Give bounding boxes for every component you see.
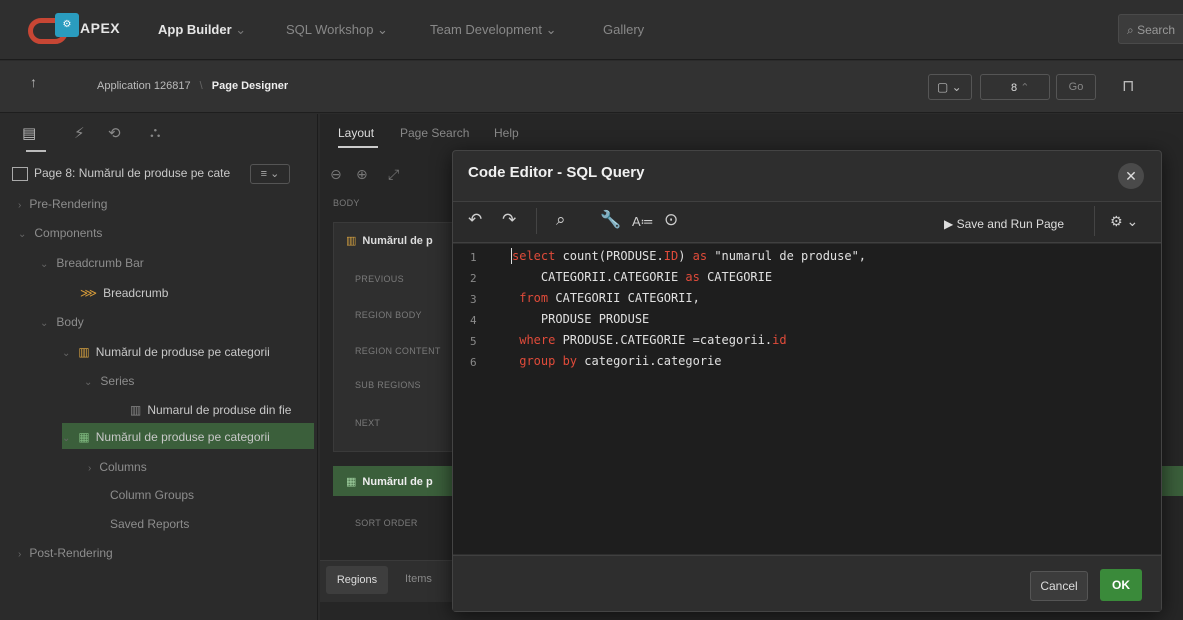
dynamic-actions-icon[interactable]: ⚡ [74,124,85,142]
tree-options-menu-button[interactable]: ≡ ⌄ [250,164,290,184]
chart-icon: ▥ [78,345,90,359]
tree-breadcrumb[interactable]: ⋙ Breadcrumb [80,286,168,300]
breadcrumb-application[interactable]: Application 126817 [97,80,191,92]
tree-body[interactable]: ⌄ Body [40,315,84,329]
tree-post-rendering[interactable]: › Post-Rendering [18,546,113,560]
line-number: 1 [470,251,477,264]
line-number: 2 [470,272,477,285]
report-icon: ▦ [346,476,357,488]
ok-button[interactable]: OK [1100,569,1142,601]
up-arrow-icon[interactable]: ↑ [30,74,37,90]
page-icon [12,166,28,181]
active-tab-indicator [26,150,46,152]
code-line-4: PRODUSE PRODUSE [512,312,650,326]
search-icon[interactable]: ⌕ [556,210,566,230]
code-line-6: group by categorii.categorie [519,354,722,368]
apex-brand-label[interactable]: APEX [80,20,120,36]
page-menu-button[interactable]: ▢ ⌄ [928,74,972,100]
slot-next: NEXT [355,418,381,428]
chart-icon: ▥ [346,235,357,247]
line-number: 3 [470,293,477,306]
slot-region-content: REGION CONTENT [355,346,441,356]
tab-help[interactable]: Help [494,126,519,140]
slot-sub-regions: SUB REGIONS [355,380,421,390]
layout-tab-indicator [338,146,378,148]
report-region-title: ▦ Numărul de p [346,476,433,488]
tree-pre-rendering[interactable]: › Pre-Rendering [18,197,107,211]
nav-gallery[interactable]: Gallery [603,22,644,37]
sort-order-label: SORT ORDER [355,518,418,528]
slot-region-body: REGION BODY [355,310,422,320]
breadcrumb: Application 126817 \ Page Designer [97,80,289,92]
go-button[interactable]: Go [1056,74,1096,100]
tree-breadcrumb-bar[interactable]: ⌄ Breadcrumb Bar [40,256,144,270]
page-number-stepper[interactable]: 8 ⌃ [980,74,1050,100]
toolbar-divider [1094,206,1095,236]
tab-regions[interactable]: Regions [326,566,388,594]
line-number: 6 [470,356,477,369]
tree-components[interactable]: ⌄ Components [18,226,102,240]
expand-icon[interactable]: ⤢ [388,166,399,183]
breadcrumb-region-icon: ⋙ [80,286,98,300]
tab-layout[interactable]: Layout [338,126,374,140]
zoom-in-icon[interactable]: ⊕ [356,166,368,183]
tab-page-search[interactable]: Page Search [400,126,469,140]
close-dialog-button[interactable]: ✕ [1118,163,1144,189]
line-number: 5 [470,335,477,348]
code-line-1: select count(PRODUSE.ID) as "numarul de … [512,249,867,263]
shared-components-icon[interactable]: ⛬ [150,124,161,141]
undo-icon[interactable]: ↶ [468,210,482,230]
tree-report-region[interactable]: ⌄ ▦ Numărul de produse pe categorii [62,430,270,444]
tree-chart-region[interactable]: ⌄ ▥ Numărul de produse pe categorii [62,345,270,359]
line-number: 4 [470,314,477,327]
validate-icon[interactable]: ⊙ [664,210,678,230]
processing-icon[interactable]: ⟲ [108,124,121,142]
rendering-tree-panel [0,114,318,620]
tree-series-item[interactable]: ▥ Numarul de produse din fie [130,403,291,417]
code-line-3: from CATEGORII CATEGORII, [519,291,700,305]
save-and-run-button[interactable]: ▶ Save and Run Page [944,217,1064,231]
tree-saved-reports[interactable]: Saved Reports [110,517,189,531]
application-icon[interactable]: ⚙ [55,13,79,37]
series-chart-icon: ▥ [130,403,142,417]
play-icon: ▶ [944,217,954,231]
code-line-5: where PRODUSE.CATEGORIE =categorii.id [519,333,787,347]
report-icon: ▦ [78,430,90,444]
format-code-icon[interactable]: A≔ [632,214,654,230]
toolbar-divider [536,208,537,234]
page-icon: ▢ [937,80,949,94]
tree-column-groups[interactable]: Column Groups [110,488,194,502]
nav-team-development[interactable]: Team Development ⌄ [430,22,557,38]
search-input[interactable]: ⌕ Search [1118,14,1183,44]
zoom-out-icon[interactable]: ⊖ [330,166,342,183]
nav-app-builder[interactable]: App Builder ⌄ [158,22,246,38]
lock-icon[interactable]: ⊓ [1122,76,1134,96]
dialog-title: Code Editor - SQL Query [468,164,645,181]
chart-region-box[interactable] [333,222,453,452]
breadcrumb-page-designer: Page Designer [211,80,289,92]
page-node[interactable]: Page 8: Numărul de produse pe cate [12,166,230,181]
nav-sql-workshop[interactable]: SQL Workshop ⌄ [286,22,388,38]
settings-gear-icon[interactable]: ⚙ ⌄ [1110,213,1138,230]
tab-items[interactable]: Items [405,573,432,585]
close-icon: ✕ [1125,168,1137,184]
redo-icon[interactable]: ↷ [502,210,516,230]
tree-columns[interactable]: › Columns [88,460,147,474]
code-line-2: CATEGORII.CATEGORIE as CATEGORIE [512,270,773,284]
cancel-button[interactable]: Cancel [1030,571,1088,601]
body-label: BODY [333,198,360,208]
slot-previous: PREVIOUS [355,274,404,284]
chart-region-title: ▥ Numărul de p [346,235,433,247]
search-icon: ⌕ [1127,23,1134,37]
tree-series[interactable]: ⌄ Series [84,374,134,388]
wrench-icon[interactable]: 🔧 [600,210,621,230]
rendering-tab-icon[interactable]: ▤ [22,124,36,142]
